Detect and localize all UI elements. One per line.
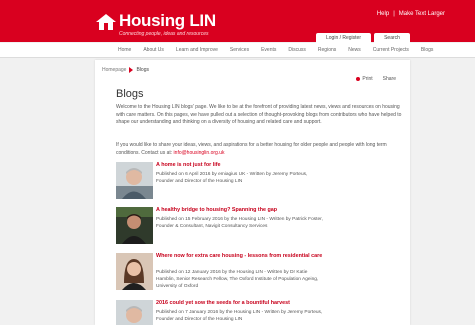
nav-events[interactable]: Events (261, 47, 276, 53)
page-tools: Print Share (356, 76, 396, 82)
author-photo[interactable] (116, 253, 153, 290)
author-photo[interactable] (116, 300, 153, 325)
print-button[interactable]: Print (356, 76, 373, 82)
breadcrumb-home[interactable]: Homepage (102, 67, 126, 73)
blog-meta: Published on 15 February 2016 by the Hou… (156, 217, 323, 229)
nav-items: Home About Us Learn and Improve Services… (118, 47, 433, 53)
blog-meta: Published on 12 January 2016 by the Hous… (156, 270, 319, 289)
search-tab[interactable]: Search (374, 33, 410, 43)
house-logo-icon[interactable] (96, 14, 116, 30)
blog-item: A healthy bridge to housing? Spanning th… (116, 207, 406, 247)
print-label: Print (362, 76, 373, 82)
nav-about-us[interactable]: About Us (143, 47, 164, 53)
nav-services[interactable]: Services (230, 47, 249, 53)
nav-blogs[interactable]: Blogs (421, 47, 434, 53)
nav-discuss[interactable]: Discuss (288, 47, 306, 53)
nav-regions[interactable]: Regions (318, 47, 336, 53)
blog-title[interactable]: A home is not just for life (156, 162, 406, 169)
site-title[interactable]: Housing LIN (119, 11, 216, 31)
main-nav: Home About Us Learn and Improve Services… (0, 43, 475, 58)
breadcrumb: Homepage Blogs (102, 67, 149, 73)
nav-home[interactable]: Home (118, 47, 131, 53)
blog-title[interactable]: Where now for extra care housing - lesso… (156, 253, 406, 260)
blog-item: Where now for extra care housing - lesso… (116, 253, 406, 293)
contact-prefix: If you would like to share your ideas, v… (116, 142, 387, 156)
blog-title[interactable]: A healthy bridge to housing? Spanning th… (156, 207, 406, 214)
help-link[interactable]: Help (377, 11, 389, 17)
blog-meta: Published on 7 January 2016 by the Housi… (156, 310, 323, 322)
contact-text: If you would like to share your ideas, v… (116, 142, 406, 157)
content-panel: Homepage Blogs Print Share Blogs Welcome… (95, 60, 410, 325)
blog-item: 2016 could yet sow the seeds for a bount… (116, 300, 406, 325)
separator: | (393, 11, 395, 17)
breadcrumb-current: Blogs (136, 67, 149, 73)
page-title: Blogs (116, 88, 144, 100)
print-icon (356, 76, 361, 81)
blog-item: A home is not just for life Published on… (116, 162, 406, 202)
login-register-tab[interactable]: Login / Register (316, 33, 371, 43)
intro-text: Welcome to the Housing LIN blogs' page. … (116, 104, 402, 125)
top-links: Help | Make Text Larger (377, 11, 445, 17)
browser-page: Housing LIN Connecting people, ideas and… (0, 0, 475, 325)
site-header: Housing LIN Connecting people, ideas and… (0, 0, 475, 43)
author-photo[interactable] (116, 207, 153, 244)
share-button[interactable]: Share (383, 76, 396, 82)
author-photo[interactable] (116, 162, 153, 199)
nav-learn-improve[interactable]: Learn and Improve (176, 47, 218, 53)
nav-news[interactable]: News (348, 47, 361, 53)
email-link[interactable]: info@housinglin.org.uk (174, 150, 225, 156)
nav-current-projects[interactable]: Current Projects (373, 47, 409, 53)
text-size-link[interactable]: Make Text Larger (399, 11, 445, 17)
chevron-right-icon (129, 67, 134, 73)
blog-meta: Published on 6 April 2016 by emiagius UK… (156, 172, 308, 184)
site-tagline: Connecting people, ideas and resources (119, 31, 209, 37)
blog-title[interactable]: 2016 could yet sow the seeds for a bount… (156, 300, 406, 307)
